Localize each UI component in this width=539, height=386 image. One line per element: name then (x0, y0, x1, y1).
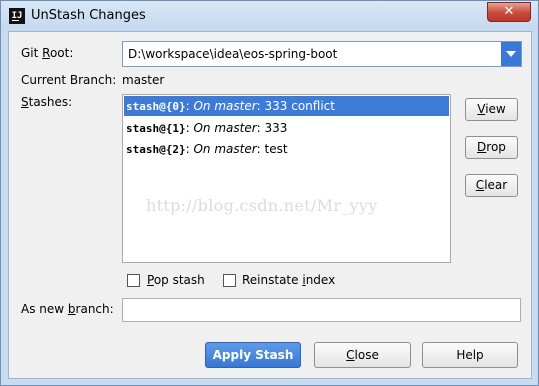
close-button[interactable]: Close (314, 342, 411, 368)
current-branch-value: master (122, 73, 165, 87)
git-root-value: D:\workspace\idea\eos-spring-boot (128, 47, 338, 61)
dialog-content: Git Root: D:\workspace\idea\eos-spring-b… (8, 31, 532, 379)
stash-list-item[interactable]: stash@{2}: On master: test (124, 139, 449, 159)
clear-button[interactable]: Clear (465, 174, 518, 197)
intellij-app-icon: IJ (9, 8, 25, 24)
new-branch-label: As new branch: (21, 302, 114, 316)
stash-list-item[interactable]: stash@{1}: On master: 333 (124, 118, 449, 138)
new-branch-input[interactable] (122, 298, 521, 322)
stash-list[interactable]: stash@{0}: On master: 333 conflict stash… (122, 94, 451, 263)
apply-stash-button[interactable]: Apply Stash (205, 342, 301, 368)
git-root-label: Git Root: (21, 46, 74, 60)
reinstate-index-checkbox[interactable] (223, 274, 236, 287)
help-button[interactable]: Help (422, 342, 518, 368)
title-bar[interactable]: IJ UnStash Changes ✕ (1, 1, 538, 31)
close-window-button[interactable]: ✕ (487, 2, 531, 22)
current-branch-label: Current Branch: (21, 73, 117, 87)
stashes-label: Stashes: (21, 95, 73, 109)
pop-stash-checkbox[interactable] (127, 274, 140, 287)
view-button[interactable]: View (465, 98, 518, 121)
dialog-window: IJ UnStash Changes ✕ Git Root: D:\worksp… (0, 0, 539, 386)
watermark-text: http://blog.csdn.net/Mr_yyy (146, 196, 378, 215)
reinstate-index-label[interactable]: Reinstate index (242, 273, 335, 287)
chevron-down-icon[interactable] (501, 42, 521, 66)
stash-list-item[interactable]: stash@{0}: On master: 333 conflict (124, 96, 449, 116)
drop-button[interactable]: Drop (465, 136, 518, 159)
window-title: UnStash Changes (31, 8, 146, 23)
pop-stash-label[interactable]: Pop stash (147, 273, 205, 287)
git-root-combobox[interactable]: D:\workspace\idea\eos-spring-boot (122, 41, 522, 67)
